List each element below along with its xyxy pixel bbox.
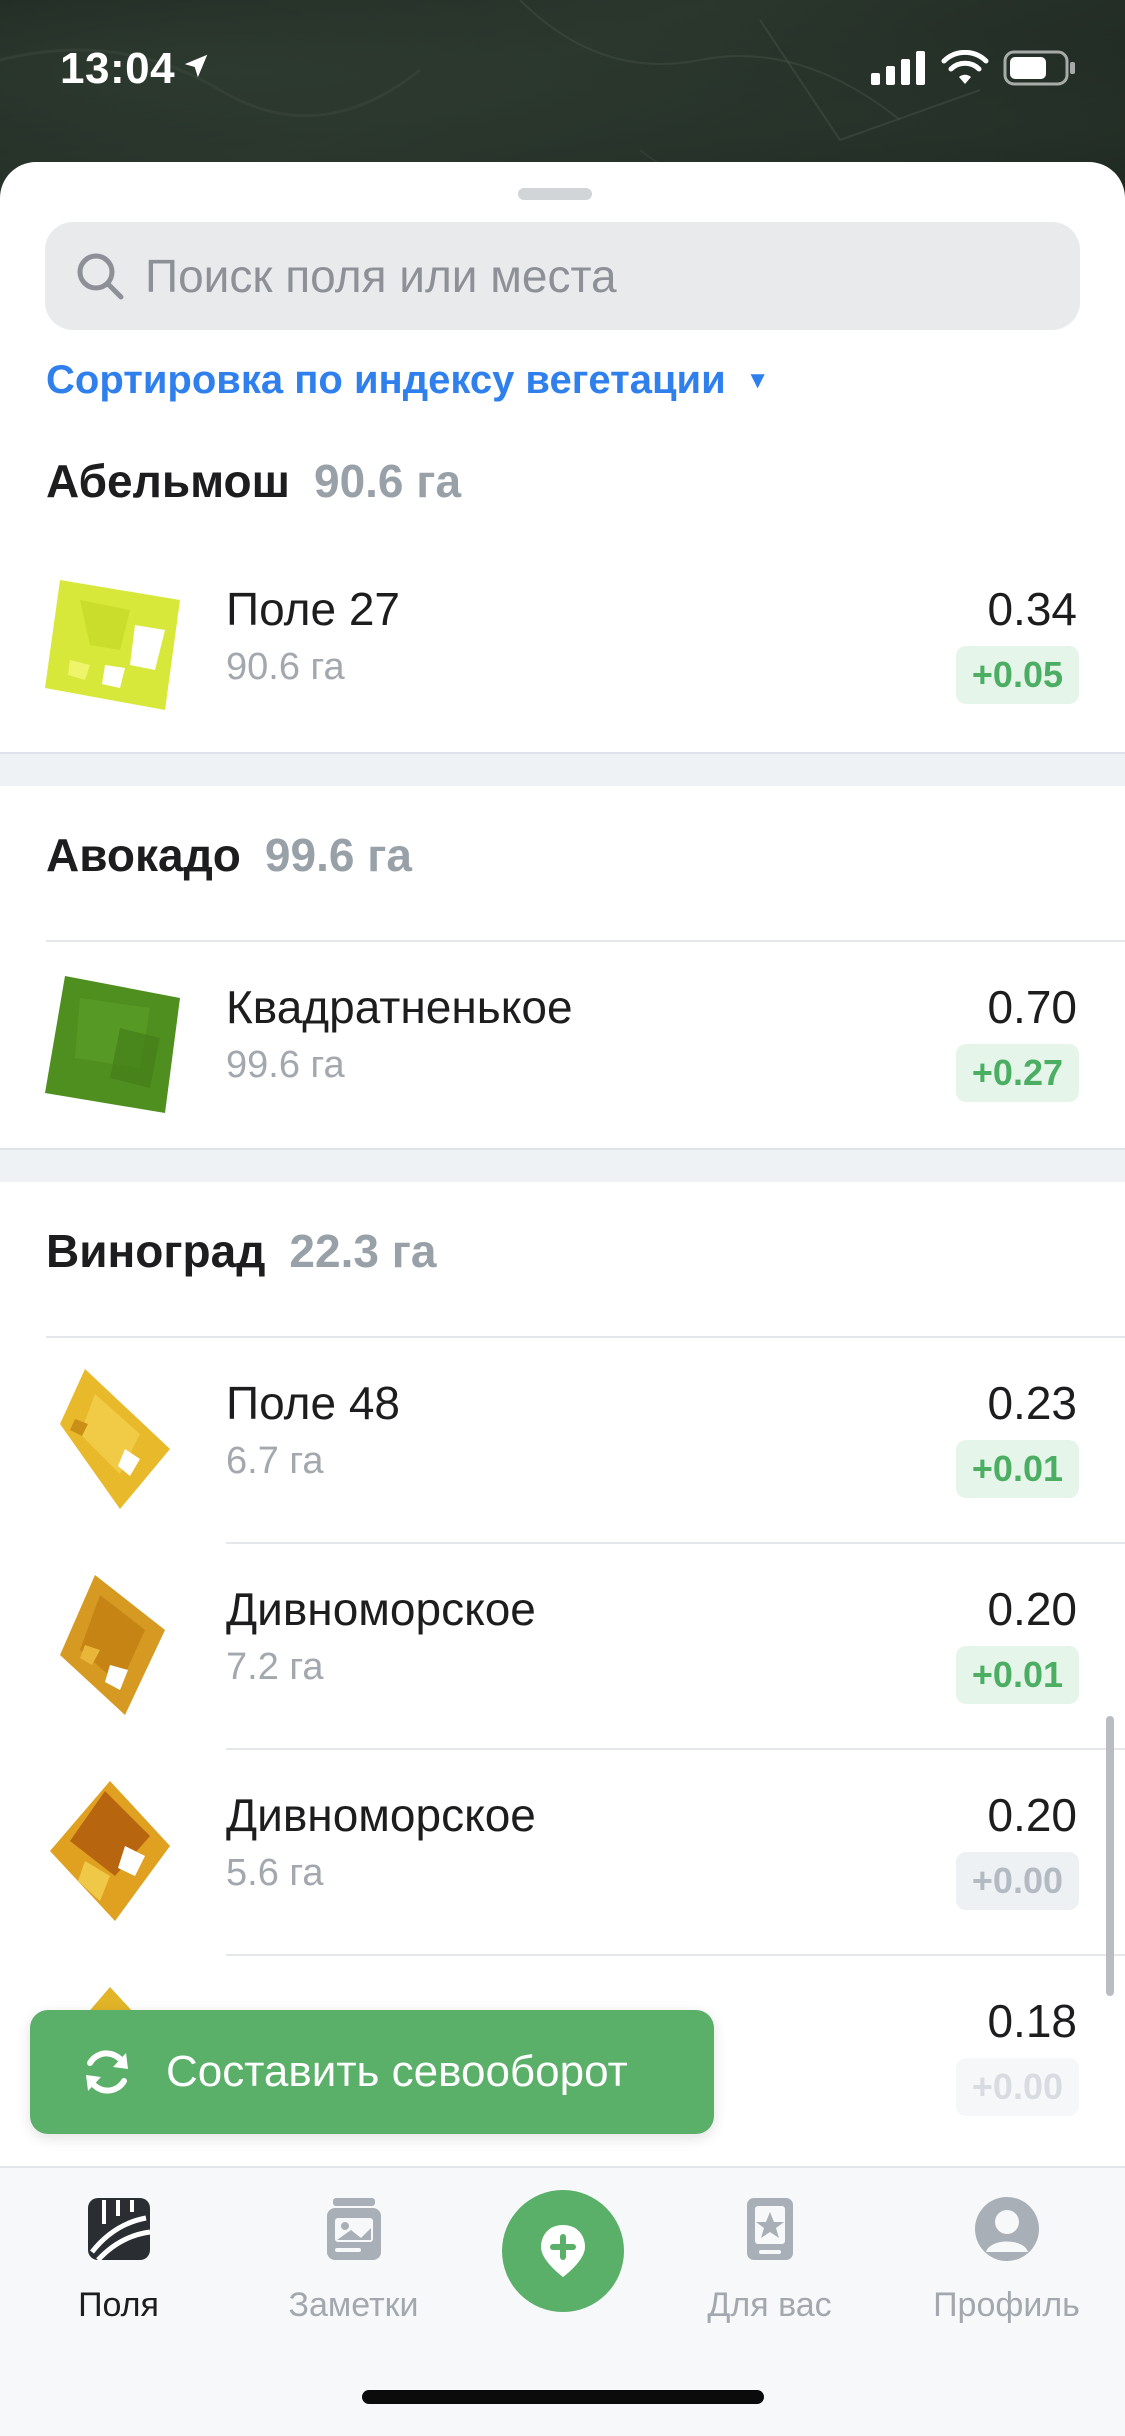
field-thumbnail (60, 1369, 170, 1509)
group-name: Абельмош (46, 455, 290, 507)
field-row[interactable]: Поле 27 90.6 га 0.34 +0.05 (0, 542, 1125, 746)
search-input[interactable] (145, 249, 1045, 303)
ndvi-value: 0.23 (987, 1377, 1077, 1429)
ndvi-delta-badge: +0.00 (955, 1852, 1079, 1910)
caret-down-icon: ▼ (745, 366, 770, 394)
refresh-icon (86, 2050, 128, 2094)
scroll-indicator[interactable] (1106, 1716, 1114, 1996)
field-thumbnail (50, 1781, 170, 1921)
tab-label: Заметки (288, 2286, 419, 2324)
field-size: 6.7 га (226, 1440, 324, 1482)
sort-dropdown[interactable]: Сортировка по индексу вегетации ▼ (46, 358, 770, 403)
ndvi-value: 0.18 (987, 1995, 1077, 2047)
field-thumbnail (45, 580, 180, 710)
ndvi-delta-badge: +0.01 (955, 1646, 1079, 1704)
group-header: Абельмош 90.6 га (46, 454, 461, 508)
home-indicator[interactable] (362, 2390, 764, 2404)
tab-label: Для вас (707, 2286, 832, 2324)
ndvi-delta-badge: +0.27 (955, 1044, 1079, 1102)
profile-icon (974, 2197, 1039, 2261)
field-name: Квадратненькое (226, 981, 573, 1033)
fields-icon (87, 2198, 150, 2262)
for-you-icon (746, 2198, 793, 2260)
group-area: 22.3 га (289, 1225, 437, 1277)
clock: 13:04 (60, 44, 176, 93)
ndvi-value: 0.34 (987, 583, 1077, 635)
field-size: 5.6 га (226, 1852, 324, 1894)
status-bar: 13:04 (0, 0, 1125, 140)
sort-label: Сортировка по индексу вегетации (46, 358, 726, 402)
battery-icon (1003, 50, 1075, 86)
wifi-icon (941, 50, 989, 84)
group-name: Виноград (46, 1225, 266, 1277)
status-icons (871, 50, 1077, 86)
ndvi-delta-badge: +0.00 (955, 2058, 1079, 2116)
field-size: 90.6 га (226, 646, 345, 688)
ndvi-value: 0.70 (987, 981, 1077, 1033)
group-area: 99.6 га (264, 829, 412, 881)
tab-label: Поля (78, 2286, 159, 2324)
field-row[interactable]: Квадратненькое 99.6 га 0.70 +0.27 (0, 940, 1125, 1144)
tab-bar: Поля Заметки Для вас Профиль (0, 2166, 1125, 2436)
group-separator (0, 752, 1125, 786)
ndvi-value: 0.20 (987, 1583, 1077, 1635)
field-row[interactable]: Дивноморское 7.2 га 0.20 +0.01 (0, 1542, 1125, 1746)
sheet-grabber[interactable] (518, 188, 592, 200)
search-icon (77, 253, 124, 300)
tab-for-you[interactable]: Для вас (657, 2168, 882, 2348)
ndvi-delta-badge: +0.05 (955, 646, 1079, 704)
crop-rotation-label: Составить севооборот (166, 2047, 628, 2096)
group-separator (0, 1148, 1125, 1182)
tab-fields[interactable]: Поля (6, 2168, 231, 2348)
tab-profile[interactable]: Профиль (894, 2168, 1119, 2348)
add-location-icon (541, 2225, 585, 2277)
field-name: Дивноморское (226, 1789, 536, 1841)
field-name: Поле 48 (226, 1377, 401, 1429)
crop-rotation-button[interactable]: Составить севооборот (30, 2010, 714, 2134)
group-header: Авокадо 99.6 га (46, 828, 412, 882)
field-size: 99.6 га (226, 1044, 345, 1086)
ndvi-delta-badge: +0.01 (955, 1440, 1079, 1498)
field-size: 7.2 га (226, 1646, 324, 1688)
group-name: Авокадо (46, 829, 241, 881)
field-thumbnail (60, 1575, 165, 1715)
field-name: Поле 27 (226, 583, 401, 635)
location-arrow-icon (181, 42, 211, 92)
status-time: 13:04 (60, 42, 211, 94)
field-name: Дивноморское (226, 1583, 536, 1635)
field-row[interactable]: Поле 48 6.7 га 0.23 +0.01 (0, 1336, 1125, 1540)
group-header: Виноград 22.3 га (46, 1224, 436, 1278)
tab-label: Профиль (933, 2286, 1080, 2324)
search-bar[interactable] (45, 222, 1080, 330)
field-row[interactable]: Дивноморское 5.6 га 0.20 +0.00 (0, 1748, 1125, 1952)
cellular-signal-icon (871, 51, 925, 85)
ndvi-value: 0.20 (987, 1789, 1077, 1841)
add-note-button[interactable] (502, 2190, 624, 2312)
tab-notes[interactable]: Заметки (241, 2168, 466, 2348)
notes-icon (326, 2198, 381, 2260)
group-area: 90.6 га (313, 455, 462, 507)
field-thumbnail (45, 976, 180, 1113)
